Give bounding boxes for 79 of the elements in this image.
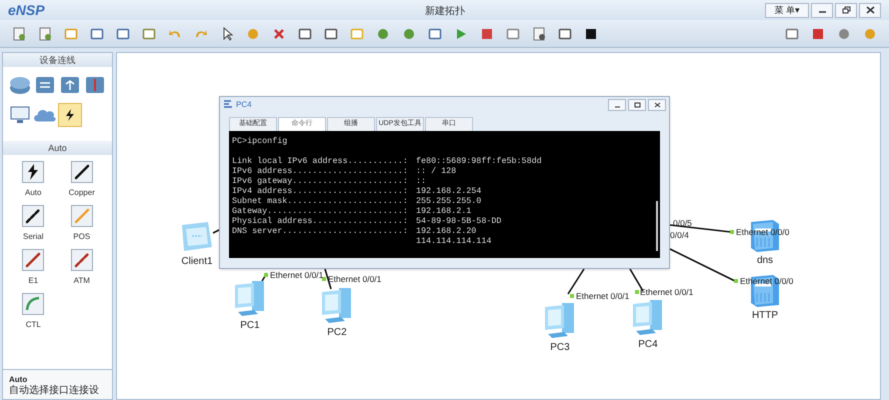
lightning-icon: [22, 161, 44, 183]
delete-icon: [272, 26, 286, 40]
close-button[interactable]: [859, 2, 881, 18]
terminal-label: Physical address..................:: [232, 216, 408, 226]
play-icon: [454, 26, 468, 40]
terminal-label: IPv4 address......................:: [232, 186, 408, 196]
port-label: Ethernet 0/0/1: [270, 271, 324, 280]
close-icon: [654, 102, 660, 108]
cable-type-button[interactable]: E1: [11, 249, 56, 287]
node-label: HTTP: [752, 309, 778, 323]
terminal-value: 255.255.255.0: [416, 196, 482, 206]
terminal-value: 54-89-98-5B-58-DD: [416, 216, 502, 226]
dialog-title: PC4: [236, 98, 252, 110]
link-line: [567, 268, 585, 294]
cable-type-button[interactable]: CTL: [11, 293, 56, 331]
topology-icon: [532, 26, 546, 40]
port-label: Ethernet 0/0/1: [640, 288, 694, 296]
terminal-value: 192.168.2.254: [416, 186, 482, 196]
port-label: Ethernet 0/0/1: [576, 292, 630, 300]
close-button[interactable]: [648, 98, 666, 110]
menu-button[interactable]: 菜 单▾: [765, 2, 809, 18]
terminal-label: Gateway...........................:: [232, 206, 408, 216]
cable-type-button[interactable]: ATM: [60, 249, 104, 287]
restore-icon: [842, 6, 850, 14]
port-label: 0/0/5: [673, 219, 692, 228]
node-label: PC4: [638, 338, 658, 352]
terminal-value: 192.168.2.20: [416, 226, 476, 236]
router-icon: [8, 75, 31, 95]
switch-icon: [34, 75, 55, 95]
terminal-label: Subnet mask.......................:: [232, 196, 408, 206]
terminal-value: fe80::5689:98ff:fe5b:58dd: [416, 156, 542, 166]
node-label: dns: [756, 254, 774, 268]
cable-icon: [70, 161, 93, 183]
window-title: 新建拓扑: [425, 4, 465, 19]
access-point-icon: [60, 75, 80, 95]
maximize-button[interactable]: [628, 98, 646, 110]
terminal-value: 114.114.114.114: [416, 236, 492, 246]
terminal-value: 192.168.2.1: [416, 206, 472, 216]
stop-icon: [480, 26, 494, 40]
document-icon: [38, 26, 52, 40]
minimize-button[interactable]: [811, 2, 833, 18]
link-line: [670, 248, 736, 282]
cable-icon: [70, 205, 93, 227]
terminal-value: :: / 128: [416, 166, 456, 176]
maximize-icon: [634, 102, 640, 108]
minimize-button[interactable]: [608, 98, 626, 110]
new-document-icon: [12, 26, 26, 40]
cable-icon: [22, 249, 44, 271]
terminal-label: IPv6 gateway......................:: [232, 176, 408, 186]
terminal-label: Link local IPv6 address...........:: [232, 156, 408, 166]
cable-type-button[interactable]: Serial: [11, 205, 56, 243]
panel-header: 设备连线: [3, 53, 112, 67]
help-text: 自动选择接口连接设: [9, 385, 100, 397]
node-label: PC3: [550, 341, 570, 355]
cable-icon: [22, 293, 44, 315]
help-title: Auto: [9, 375, 28, 385]
node-label: Client1: [181, 255, 213, 269]
terminal-label: IPv6 address......................:: [232, 166, 408, 176]
scrollbar: [656, 201, 658, 251]
app-logo: eNSP: [8, 3, 45, 17]
close-icon: [866, 6, 874, 14]
terminal-value: ::: [416, 176, 426, 186]
port-label: 0/0/4: [670, 231, 689, 240]
cable-icon: [22, 205, 44, 227]
terminal-label: DNS server........................:: [232, 226, 408, 236]
terminal-line: PC>ipconfig: [232, 136, 288, 146]
cable-type-button[interactable]: Auto: [11, 161, 56, 199]
node-label: PC2: [327, 326, 347, 340]
section-header: Auto: [3, 141, 112, 155]
cable-type-button[interactable]: Copper: [60, 161, 104, 199]
node-label: PC1: [240, 319, 260, 333]
port-label: Ethernet 0/0/1: [328, 275, 382, 284]
client-device-icon: [180, 221, 214, 253]
cable-type-button[interactable]: POS: [60, 205, 104, 243]
restore-button[interactable]: [835, 2, 857, 18]
link-line: [261, 272, 268, 282]
cable-icon: [70, 249, 93, 271]
app-icon: [223, 100, 233, 109]
monitor-icon: [8, 105, 31, 125]
